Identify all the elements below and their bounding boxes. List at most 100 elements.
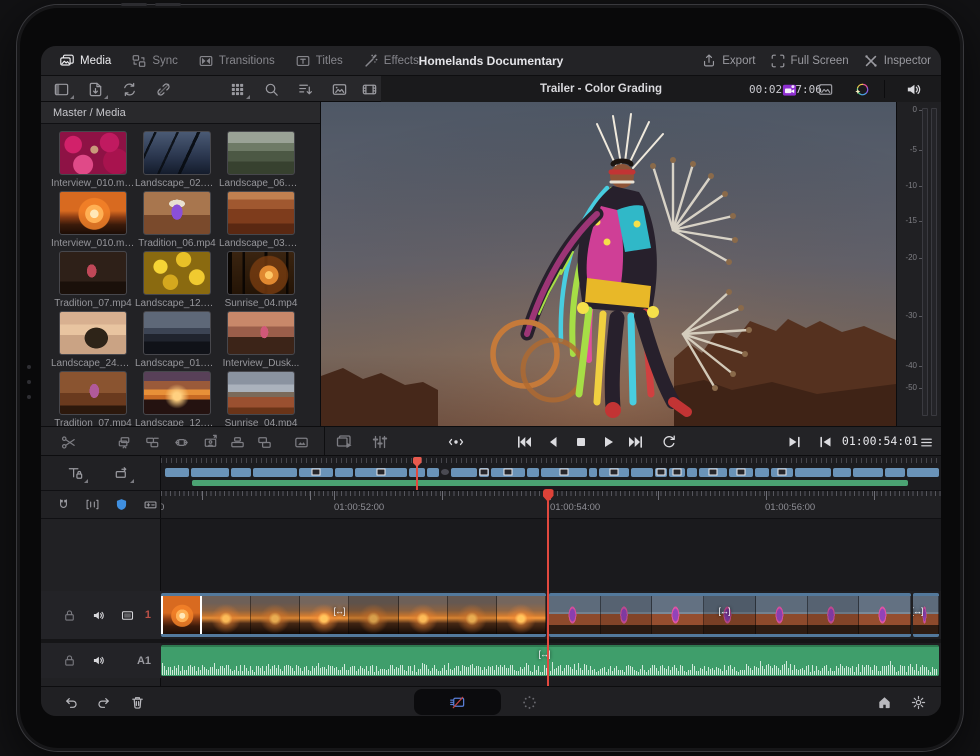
media-clip-thumbnail[interactable] [227, 191, 295, 235]
cut-button[interactable] [55, 431, 81, 453]
inspector-button[interactable]: Inspector [863, 53, 931, 69]
track-lock-button[interactable] [59, 605, 79, 626]
media-clip[interactable]: Landscape_06.mp4 [227, 131, 295, 189]
media-clip[interactable]: Interview_Dusk... [227, 311, 295, 369]
color-page-button[interactable] [517, 692, 541, 712]
search-button[interactable] [257, 79, 285, 100]
media-clip-thumbnail[interactable] [227, 251, 295, 295]
media-clip-thumbnail[interactable] [143, 311, 211, 355]
delete-button[interactable] [125, 692, 149, 712]
close-up-button[interactable] [197, 431, 223, 453]
track-speaker-button[interactable] [88, 605, 108, 626]
still-view-button[interactable] [325, 79, 353, 100]
selected-clip-frame[interactable] [161, 593, 202, 637]
overlay-button[interactable] [811, 79, 839, 100]
audio-mixer-button[interactable] [367, 431, 393, 453]
media-clip-thumbnail[interactable] [59, 251, 127, 295]
place-on-top-button[interactable] [224, 431, 250, 453]
tab-sync[interactable]: Sync [123, 50, 186, 72]
media-clip[interactable]: Landscape_24.mp4 [59, 311, 127, 369]
media-clip[interactable]: Tradition_07.mp4 [59, 371, 127, 426]
grid-view-button[interactable] [223, 79, 251, 100]
trim-tool-button[interactable] [61, 463, 89, 484]
timeline-video-clip[interactable]: [↔] [161, 593, 546, 637]
step-back-button[interactable] [540, 431, 566, 453]
media-clip-thumbnail[interactable] [143, 251, 211, 295]
media-clip-thumbnail[interactable] [143, 131, 211, 175]
media-pool-breadcrumb[interactable]: Master / Media [41, 102, 320, 124]
color-effects-button[interactable] [847, 79, 875, 100]
active-page-tab[interactable] [414, 689, 501, 715]
clip-adjust-button[interactable] [141, 494, 161, 515]
media-clip[interactable]: Landscape_01.mp4 [143, 311, 211, 369]
tab-titles[interactable]: Titles [287, 50, 351, 72]
timeline-minimap[interactable] [161, 456, 941, 491]
media-clip[interactable]: Landscape_02.mp4 [143, 131, 211, 189]
import-media-button[interactable] [81, 79, 109, 100]
media-clip-thumbnail[interactable] [227, 311, 295, 355]
home-button[interactable] [872, 692, 896, 712]
source-overwrite-button[interactable] [251, 431, 277, 453]
media-clip[interactable]: Tradition_07.mp4 [59, 251, 127, 309]
media-clip[interactable]: Tradition_06.mp4 [143, 191, 211, 249]
snap-magnet-button[interactable] [53, 494, 73, 515]
relink-button[interactable] [149, 79, 177, 100]
panel-toggle-button[interactable] [47, 79, 75, 100]
media-clip[interactable]: Sunrise_04.mp4 [227, 251, 295, 309]
clip-settings-button[interactable] [107, 463, 135, 484]
media-clip[interactable]: Landscape_03.mp4 [227, 191, 295, 249]
timeline-video-clip[interactable]: [↔] [549, 593, 911, 637]
append-clip-button[interactable] [139, 431, 165, 453]
jump-start-button[interactable] [511, 431, 537, 453]
media-clip[interactable]: Interview_010.mp4 [59, 131, 127, 189]
media-clip-thumbnail[interactable] [59, 191, 127, 235]
timeline-name[interactable]: Trailer - Color Grading [540, 83, 662, 95]
timeline-options-button[interactable] [913, 431, 939, 453]
viewer[interactable] [321, 102, 896, 426]
sort-button[interactable] [291, 79, 319, 100]
film-view-button[interactable] [355, 79, 383, 100]
media-clip-thumbnail[interactable] [227, 371, 295, 415]
full-screen-button[interactable]: Full Screen [770, 53, 849, 69]
media-clip-thumbnail[interactable] [143, 191, 211, 235]
range-flags-button[interactable] [82, 494, 102, 515]
settings-button[interactable] [906, 692, 930, 712]
jump-end-button[interactable] [623, 431, 649, 453]
audio-monitor-button[interactable] [899, 79, 927, 100]
ripple-overwrite-button[interactable] [168, 431, 194, 453]
match-out-button[interactable] [781, 431, 807, 453]
track-lock-button[interactable] [59, 650, 79, 671]
smart-insert-button[interactable] [111, 431, 137, 453]
media-clip-thumbnail[interactable] [143, 371, 211, 415]
undo-button[interactable] [59, 692, 83, 712]
timeline-video-clip[interactable]: [↔] [913, 593, 939, 637]
camera-multicam-button[interactable] [775, 79, 803, 100]
sync-clips-button[interactable] [115, 79, 143, 100]
track-speaker-button[interactable] [88, 650, 108, 671]
timeline-playhead[interactable] [547, 491, 549, 686]
tab-media[interactable]: Media [51, 50, 119, 72]
redo-button[interactable] [91, 692, 115, 712]
marker-button[interactable] [112, 494, 132, 515]
tab-effects[interactable]: Effects [355, 50, 427, 72]
media-clip-thumbnail[interactable] [59, 311, 127, 355]
media-clip[interactable]: Interview_010.mp4 [59, 191, 127, 249]
timeline-audio-clip[interactable]: [↔] [161, 645, 939, 676]
export-button[interactable]: Export [701, 53, 755, 69]
media-clip-thumbnail[interactable] [227, 131, 295, 175]
media-clip[interactable]: Sunrise_04.mp4 [227, 371, 295, 426]
cut-page-button[interactable] [446, 692, 470, 712]
media-clip[interactable]: Landscape_12.mp4 [143, 371, 211, 426]
scrub-button[interactable] [443, 431, 469, 453]
media-clip-thumbnail[interactable] [59, 131, 127, 175]
media-clip[interactable]: Landscape_12.mp4 [143, 251, 211, 309]
play-button[interactable] [595, 431, 621, 453]
clip-play-button[interactable] [331, 431, 357, 453]
media-clip-thumbnail[interactable] [59, 371, 127, 415]
tab-transitions[interactable]: Transitions [190, 50, 283, 72]
loop-button[interactable] [656, 431, 682, 453]
smooth-cut-button[interactable] [288, 431, 314, 453]
track-monitor-button[interactable] [117, 605, 137, 626]
minimap-playhead[interactable] [416, 457, 418, 490]
stop-button[interactable] [568, 431, 594, 453]
